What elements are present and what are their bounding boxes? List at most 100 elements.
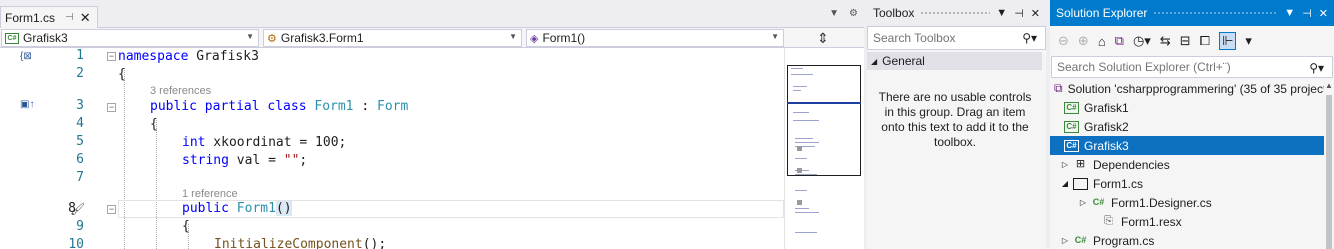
solution-explorer-title: Solution Explorer	[1056, 6, 1148, 20]
split-window-icon[interactable]: ⇕	[787, 29, 859, 47]
expand-arrow-icon[interactable]: ▷	[1060, 236, 1070, 245]
tree-item-program-cs[interactable]: ▷ C# Program.cs	[1050, 231, 1324, 249]
indent-guide	[156, 120, 157, 249]
sync-with-document-icon[interactable]: ⇆	[1160, 33, 1171, 49]
code-line-2: {	[118, 67, 126, 82]
preview-selected-items-icon[interactable]: ⊩	[1219, 32, 1237, 50]
minimap-line	[793, 90, 801, 91]
fold-toggle-constructor[interactable]: −	[107, 205, 116, 214]
chevron-down-icon: ▼	[509, 32, 517, 41]
inheritance-glyph-icon[interactable]: ▣↑	[20, 99, 34, 110]
tree-item-dependencies[interactable]: ▷ ⊞ Dependencies	[1050, 155, 1324, 174]
minimap-caret-line	[787, 102, 861, 104]
search-icon[interactable]: ⚲▾	[1022, 31, 1037, 45]
toolbox-search-box[interactable]: ⚲▾	[867, 26, 1046, 50]
solution-explorer-toolbar: ⊖ ⊕ ⌂ ⧉ ◷▾ ⇆ ⊟ ⧠ ⊩ ▾	[1050, 26, 1334, 56]
chevron-down-icon: ▼	[771, 32, 779, 41]
toolbox-title: Toolbox	[873, 6, 915, 20]
csproj-icon: C#	[5, 32, 19, 44]
settings-gear-icon[interactable]: ⚙	[849, 8, 858, 19]
namespace-glyph-icon: {⊠	[20, 51, 32, 62]
pending-changes-filter-icon[interactable]: ◷▾	[1133, 33, 1151, 49]
toolbox-group-general[interactable]: ◢ General	[867, 52, 1042, 70]
pin-icon[interactable]: ⊣	[1014, 7, 1024, 20]
tree-item-form1-designer[interactable]: ▷ C# Form1.Designer.cs	[1050, 193, 1324, 212]
tree-item-label: Grafisk2	[1084, 119, 1129, 134]
close-icon[interactable]: ✕	[1319, 7, 1328, 20]
drag-grip[interactable]	[1153, 10, 1279, 16]
show-all-files-icon[interactable]: ⧠	[1200, 33, 1210, 49]
tab-title: Form1.cs	[5, 10, 56, 25]
home-icon[interactable]: ⌂	[1098, 34, 1106, 49]
fold-toggle-class[interactable]: −	[107, 103, 116, 112]
line-number: 1	[76, 48, 84, 63]
window-options-icon[interactable]: ▼	[1284, 7, 1295, 19]
vertical-scrollbar[interactable]: ▲	[1324, 79, 1334, 249]
minimap-line	[793, 120, 819, 121]
tree-item-label: Form1.cs	[1093, 176, 1144, 191]
tree-item-form1[interactable]: ◢ Form1.cs	[1050, 174, 1324, 193]
member-dropdown[interactable]: ◈ Form1() ▼	[526, 29, 784, 47]
solution-explorer-title-bar[interactable]: Solution Explorer ▼ ⊣ ✕	[1050, 0, 1334, 26]
code-line-6: string val = "";	[182, 153, 308, 168]
window-options-icon[interactable]: ▼	[996, 7, 1007, 19]
tree-item-project[interactable]: C# Grafisk2	[1050, 117, 1324, 136]
project-dropdown[interactable]: C# Grafisk3 ▼	[1, 29, 259, 47]
solution-tree: ⧉ Solution 'csharpprogrammering' (35 of …	[1050, 79, 1324, 249]
tree-item-label: Grafisk3	[1084, 138, 1129, 153]
tree-item-project-selected[interactable]: C# Grafisk3	[1050, 136, 1324, 155]
solution-explorer-search-input[interactable]	[1057, 60, 1297, 74]
solution-explorer-search-box[interactable]: ⚲▾	[1051, 56, 1333, 78]
pin-icon[interactable]: ⊣	[1302, 7, 1312, 20]
toolbox-empty-message: There are no usable controls in this gro…	[878, 90, 1032, 149]
tree-item-form1-resx[interactable]: ⎘ Form1.resx	[1050, 212, 1324, 231]
codelens-references[interactable]: 3 references	[150, 83, 211, 99]
line-number: 2	[76, 66, 84, 81]
line-number: 7	[76, 170, 84, 185]
dependencies-icon: ⊞	[1075, 157, 1086, 170]
line-number-current: 8	[68, 201, 76, 216]
minimap-marker	[797, 168, 802, 173]
collapse-triangle-icon[interactable]: ◢	[871, 57, 877, 66]
minimap-line	[795, 174, 817, 175]
forward-icon[interactable]: ⊕	[1078, 33, 1089, 49]
form-icon	[1073, 177, 1088, 190]
back-icon[interactable]: ⊖	[1058, 33, 1069, 49]
class-dropdown[interactable]: ⚙ Grafisk3.Form1 ▼	[263, 29, 522, 47]
csharp-file-icon: C#	[1074, 234, 1087, 245]
minimap-line	[791, 74, 813, 75]
toolbar-more-icon[interactable]: ▾	[1245, 33, 1252, 49]
minimap-line	[795, 208, 809, 209]
code-area[interactable]: {⊠ ▣↑ 🖌 1 2 3 4 5 6 7 8 9 10 − − − names…	[0, 48, 784, 249]
tab-list-dropdown-icon[interactable]: ▼	[829, 8, 839, 19]
collapse-arrow-icon[interactable]: ◢	[1060, 179, 1070, 188]
close-icon[interactable]: ✕	[1031, 7, 1040, 20]
minimap-line	[795, 138, 813, 139]
search-icon[interactable]: ⚲▾	[1309, 61, 1324, 75]
expand-arrow-icon[interactable]: ▷	[1078, 198, 1088, 207]
csproj-icon: C#	[1064, 120, 1079, 133]
minimap-marker	[797, 200, 802, 205]
navigation-bar: C# Grafisk3 ▼ ⚙ Grafisk3.Form1 ▼ ◈ Form1…	[0, 28, 864, 48]
tree-item-label: Grafisk1	[1084, 100, 1129, 115]
fold-toggle-namespace[interactable]: −	[107, 52, 116, 61]
switch-views-icon[interactable]: ⧉	[1115, 33, 1124, 49]
tree-item-project[interactable]: C# Grafisk1	[1050, 98, 1324, 117]
toolbox-title-bar[interactable]: Toolbox ▼ ⊣ ✕	[867, 0, 1046, 26]
expand-arrow-icon[interactable]: ▷	[1060, 160, 1070, 169]
minimap-line	[795, 232, 817, 233]
tab-form1-cs[interactable]: Form1.cs ⊣ ✕	[0, 6, 98, 28]
tree-item-solution[interactable]: ⧉ Solution 'csharpprogrammering' (35 of …	[1050, 79, 1324, 98]
code-minimap[interactable]	[784, 48, 864, 249]
drag-grip[interactable]	[920, 10, 991, 16]
line-number: 3	[76, 98, 84, 113]
scroll-up-icon[interactable]: ▲	[1325, 81, 1333, 90]
code-line-9: {	[182, 219, 190, 234]
pin-icon[interactable]: ⊣	[65, 12, 74, 23]
toolbox-search-input[interactable]	[873, 31, 1013, 45]
tree-item-label: Program.cs	[1093, 233, 1155, 248]
line-number: 6	[76, 152, 84, 167]
close-icon[interactable]: ✕	[80, 10, 91, 26]
collapse-all-icon[interactable]: ⊟	[1180, 33, 1191, 49]
scrollbar-thumb[interactable]	[1326, 95, 1332, 249]
